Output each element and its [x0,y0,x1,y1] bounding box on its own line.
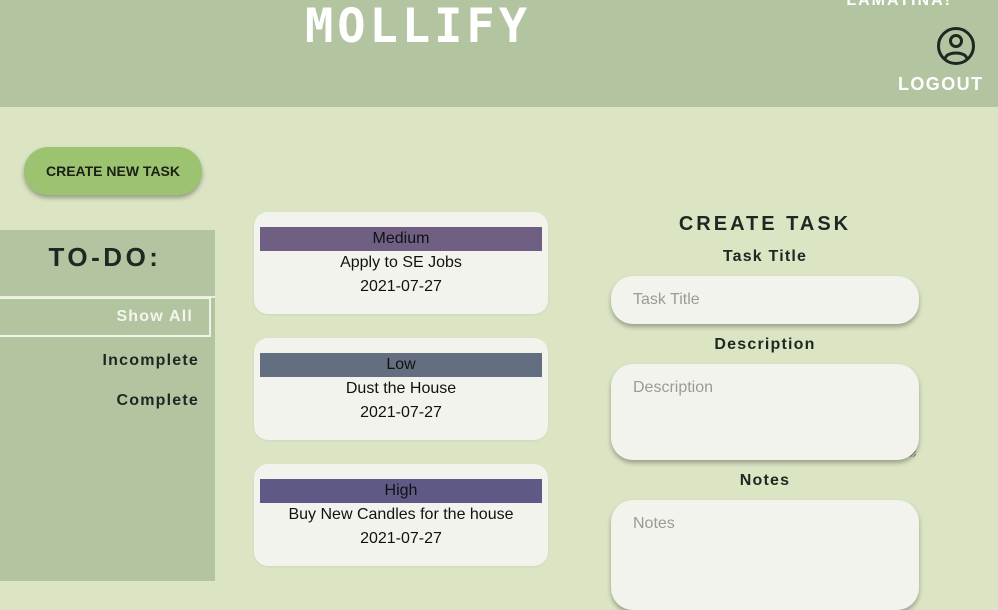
task-date: 2021-07-27 [360,404,442,421]
notes-textarea[interactable]: Notes [611,500,919,610]
logout-button[interactable]: LOGOUT [898,74,982,95]
create-new-task-button[interactable]: CREATE NEW TASK [24,147,202,195]
priority-badge: High [260,479,542,503]
description-textarea[interactable]: Description [611,364,919,460]
priority-badge: Medium [260,227,542,251]
notes-label: Notes [739,472,791,489]
app-header: MOLLIFY LAMATINA! LOGOUT [0,0,998,107]
task-title-input[interactable]: Task Title [611,276,919,324]
brand-logo: MOLLIFY [304,0,532,54]
resize-handle-icon[interactable] [909,450,917,458]
create-task-heading: CREATE TASK [678,213,852,235]
task-title: Buy New Candles for the house [288,506,514,523]
sidebar-title: TO-DO: [48,242,162,272]
description-placeholder: Description [633,379,714,396]
notes-placeholder: Notes [633,515,675,532]
user-circle-icon[interactable] [936,26,976,66]
task-date: 2021-07-27 [360,278,442,295]
task-title: Apply to SE Jobs [340,254,462,271]
task-date: 2021-07-27 [360,530,442,547]
task-card[interactable]: Low Dust the House 2021-07-27 [254,338,548,440]
todo-sidebar: TO-DO: Show All Incomplete Complete [0,230,215,581]
task-title-label: Task Title [722,248,808,265]
task-title: Dust the House [345,380,457,397]
filter-complete[interactable]: Complete [0,392,199,410]
priority-badge: Low [260,353,542,377]
task-card[interactable]: High Buy New Candles for the house 2021-… [254,464,548,566]
filter-show-all[interactable]: Show All [0,297,211,337]
user-greeting: LAMATINA! [846,0,952,9]
task-card[interactable]: Medium Apply to SE Jobs 2021-07-27 [254,212,548,314]
filter-incomplete[interactable]: Incomplete [0,352,199,370]
description-label: Description [714,336,816,353]
